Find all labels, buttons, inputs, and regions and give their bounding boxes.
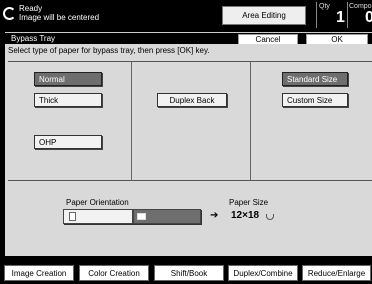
quantity-label: Qty bbox=[319, 3, 330, 10]
status-message-text: Image will be centered bbox=[19, 13, 100, 22]
paper-type-normal-button[interactable]: Normal bbox=[34, 72, 102, 86]
shift-book-tab[interactable]: Shift/Book bbox=[154, 265, 224, 281]
paper-size-value: 12×18 bbox=[231, 210, 260, 221]
paper-size-label: Paper Size bbox=[229, 198, 269, 207]
arrow-right-icon: ➔ bbox=[210, 210, 219, 221]
dialog-title-bar: Bypass Tray Cancel OK bbox=[5, 32, 372, 45]
ready-icon bbox=[3, 7, 16, 20]
status-bar: Ready Image will be centered Area Editin… bbox=[0, 0, 372, 30]
divider bbox=[347, 2, 348, 28]
status-ready-text: Ready bbox=[19, 4, 43, 13]
duplex-back-button[interactable]: Duplex Back bbox=[157, 93, 227, 107]
paper-type-thick-button[interactable]: Thick bbox=[34, 93, 102, 107]
landscape-paper-icon bbox=[137, 213, 146, 220]
divider bbox=[316, 2, 317, 28]
custom-size-button[interactable]: Custom Size bbox=[282, 93, 348, 107]
reduce-enlarge-tab[interactable]: Reduce/Enlarge bbox=[302, 265, 371, 281]
divider bbox=[250, 62, 251, 181]
image-creation-tab[interactable]: Image Creation bbox=[4, 265, 74, 281]
paper-type-ohp-button[interactable]: OHP bbox=[34, 135, 102, 149]
portrait-paper-icon bbox=[69, 212, 76, 221]
standard-size-button[interactable]: Standard Size bbox=[282, 72, 348, 86]
composite-value: 0 bbox=[365, 9, 372, 26]
landscape-orientation-button[interactable] bbox=[133, 209, 201, 224]
color-creation-tab[interactable]: Color Creation bbox=[79, 265, 149, 281]
instruction-text: Select type of paper for bypass tray, th… bbox=[8, 46, 210, 55]
dialog-title: Bypass Tray bbox=[11, 34, 56, 43]
area-editing-button[interactable]: Area Editing bbox=[222, 6, 306, 25]
quantity-value: 1 bbox=[336, 9, 345, 26]
divider bbox=[131, 62, 132, 181]
paper-orientation-label: Paper Orientation bbox=[66, 198, 129, 207]
duplex-combine-tab[interactable]: Duplex/Combine bbox=[228, 265, 298, 281]
portrait-orientation-button[interactable] bbox=[63, 209, 133, 224]
